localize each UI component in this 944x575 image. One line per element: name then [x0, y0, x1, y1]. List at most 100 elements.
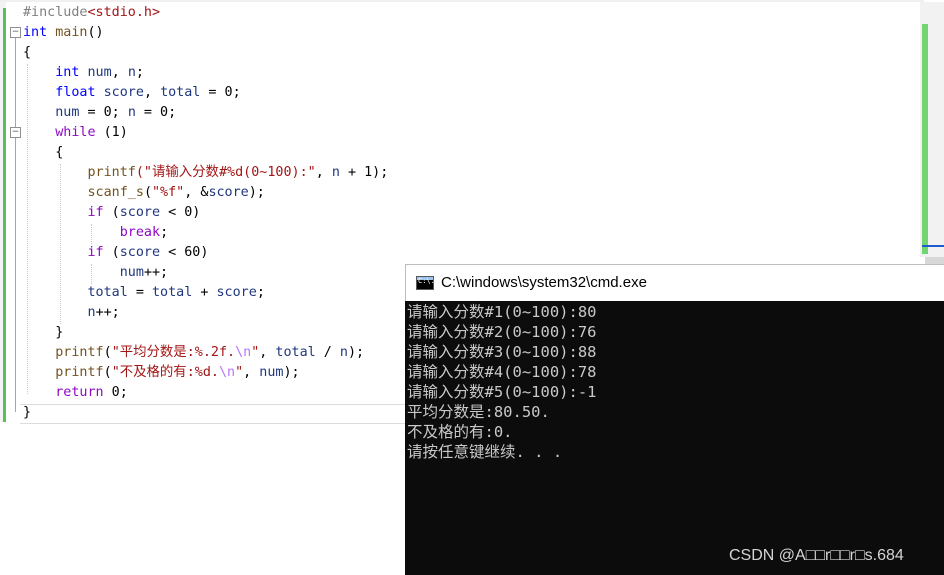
- code-token: num: [55, 105, 80, 120]
- code-token: (: [103, 345, 112, 360]
- console-line: 请按任意键继续. . .: [407, 443, 563, 461]
- code-token: ,: [315, 165, 332, 180]
- code-token: score: [119, 245, 161, 260]
- fold-guide-while: [15, 138, 16, 338]
- code-token: (: [143, 185, 152, 200]
- code-line[interactable]: while (1): [23, 123, 388, 143]
- code-line[interactable]: if (score < 0): [23, 203, 388, 223]
- console-icon: C:\.: [416, 276, 435, 290]
- code-line[interactable]: int num, n;: [23, 63, 388, 83]
- code-token: (1): [95, 125, 128, 140]
- code-line[interactable]: }: [23, 403, 388, 423]
- code-token: n: [339, 345, 348, 360]
- code-token: ("请输入分数#%d(0~100):": [135, 165, 316, 180]
- code-token: ++;: [143, 265, 169, 280]
- code-line[interactable]: #include<stdio.h>: [23, 3, 388, 23]
- code-token: printf: [55, 345, 104, 360]
- code-line[interactable]: n++;: [23, 303, 388, 323]
- code-token: ": [235, 365, 244, 380]
- console-output: 请输入分数#1(0~100):80 请输入分数#2(0~100):76 请输入分数#…: [407, 302, 596, 462]
- code-token: + 1);: [339, 165, 389, 180]
- code-token: #include: [23, 5, 88, 20]
- code-line[interactable]: printf("请输入分数#%d(0~100):", n + 1);: [23, 163, 389, 183]
- code-token: num: [259, 365, 284, 380]
- code-token: {: [23, 45, 32, 60]
- code-token: if: [87, 205, 104, 220]
- code-token: num: [119, 265, 144, 280]
- code-token: score: [216, 285, 257, 300]
- code-line[interactable]: }: [23, 323, 388, 343]
- console-line: 不及格的有:0.: [407, 423, 513, 441]
- code-token: , &: [184, 185, 209, 200]
- watermark: CSDN @A□□r□□r□s.684: [729, 547, 904, 564]
- code-token: <stdio.h>: [87, 5, 161, 20]
- source-code[interactable]: #include<stdio.h> int main(){ int num, n;…: [23, 3, 388, 423]
- code-token: }: [23, 325, 64, 340]
- code-token: \n: [235, 345, 252, 360]
- code-token: 0;: [103, 385, 128, 400]
- code-token: return: [55, 385, 104, 400]
- code-line[interactable]: num++;: [23, 263, 388, 283]
- code-token: );: [283, 365, 300, 380]
- console-window[interactable]: C:\. C:\windows\system32\cmd.exe 请输入分数#1…: [405, 264, 944, 575]
- code-line[interactable]: return 0;: [23, 383, 388, 403]
- code-token: n: [331, 165, 340, 180]
- code-token: = 0;: [79, 105, 128, 120]
- code-token: = 0;: [135, 105, 177, 120]
- code-token: < 60): [160, 245, 209, 260]
- code-line[interactable]: num = 0; n = 0;: [23, 103, 388, 123]
- change-tracking-bar: [3, 8, 6, 422]
- code-line[interactable]: float score, total = 0;: [23, 83, 388, 103]
- console-line: 请输入分数#5(0~100):-1: [407, 383, 597, 401]
- console-line: 请输入分数#2(0~100):76: [407, 323, 597, 341]
- code-token: total: [275, 345, 316, 360]
- code-token: printf: [55, 365, 104, 380]
- code-token: printf: [87, 165, 136, 180]
- console-titlebar[interactable]: C:\. C:\windows\system32\cmd.exe: [405, 264, 944, 301]
- code-line[interactable]: {: [23, 43, 388, 63]
- code-token: "平均分数是:%.2f.: [111, 345, 236, 360]
- console-line: 请输入分数#3(0~100):88: [407, 343, 597, 361]
- code-token: (): [87, 25, 104, 40]
- code-token: if: [87, 245, 104, 260]
- code-token: =: [127, 285, 152, 300]
- code-token: scanf_s: [87, 185, 144, 200]
- code-line[interactable]: int main(): [23, 23, 388, 43]
- collapse-while-icon[interactable]: −: [10, 127, 21, 138]
- code-token: (: [103, 365, 112, 380]
- code-token: ;: [256, 285, 265, 300]
- console-line: 请输入分数#1(0~100):80: [407, 303, 597, 321]
- code-line[interactable]: printf("不及格的有:%d.\n", num);: [23, 363, 388, 383]
- console-line: 平均分数是:80.50.: [407, 403, 550, 421]
- code-token: +: [192, 285, 217, 300]
- code-token: /: [315, 345, 340, 360]
- code-token: < 0): [160, 205, 201, 220]
- code-token: ,: [143, 85, 161, 100]
- code-line[interactable]: if (score < 60): [23, 243, 388, 263]
- code-token: total: [152, 285, 193, 300]
- collapse-main-icon[interactable]: −: [10, 27, 21, 38]
- code-token: score: [103, 85, 144, 100]
- code-line[interactable]: break;: [23, 223, 388, 243]
- code-token: total: [87, 285, 128, 300]
- code-line[interactable]: {: [23, 143, 388, 163]
- code-line[interactable]: scanf_s("%f", &score);: [23, 183, 388, 203]
- console-title: C:\windows\system32\cmd.exe: [441, 274, 647, 291]
- code-token: }: [23, 405, 32, 420]
- code-token: break: [119, 225, 161, 240]
- code-token: = 0;: [200, 85, 241, 100]
- code-line[interactable]: printf("平均分数是:%.2f.\n", total / n);: [23, 343, 388, 363]
- code-token: ++;: [95, 305, 120, 320]
- code-line[interactable]: total = total + score;: [23, 283, 388, 303]
- scrollbar-caret-marker: [922, 245, 944, 247]
